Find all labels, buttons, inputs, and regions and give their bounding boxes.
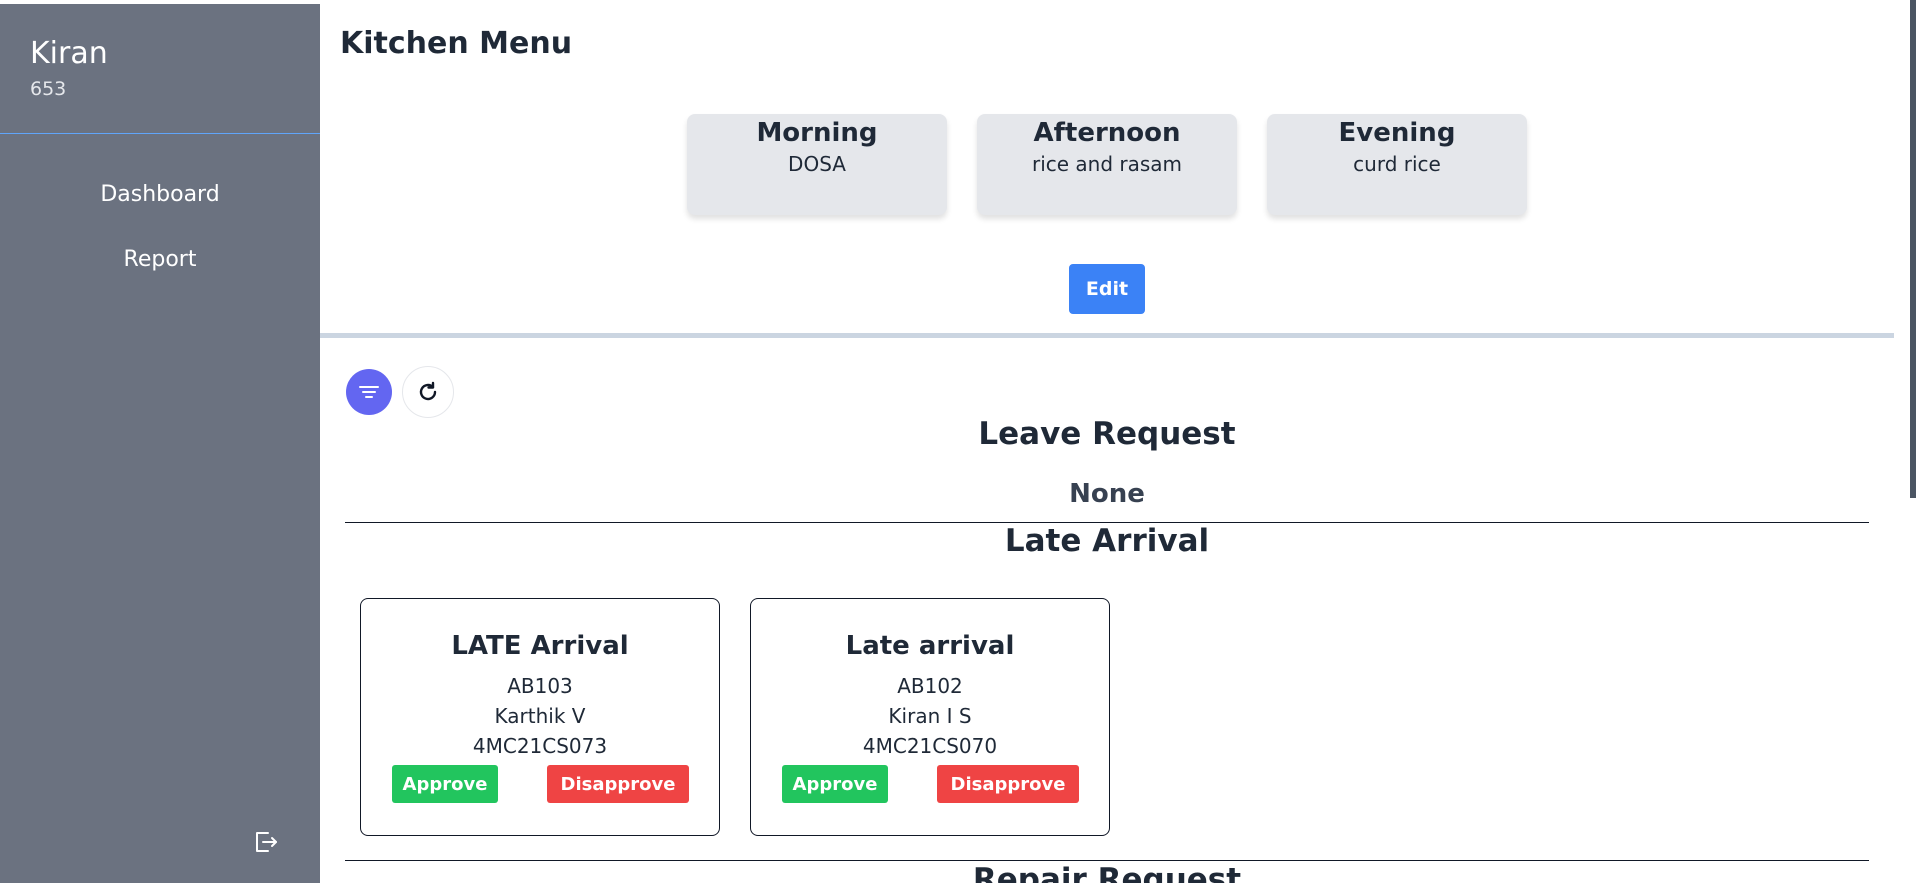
request-room: AB103: [507, 674, 573, 698]
request-room: AB102: [897, 674, 963, 698]
refresh-icon: [419, 381, 437, 401]
menu-slot: Evening: [1338, 118, 1456, 148]
menu-dish: rice and rasam: [1031, 152, 1183, 176]
main-content: Kitchen Menu Morning DOSA Afternoon rice…: [320, 0, 1916, 883]
menu-dish: curd rice: [1353, 152, 1441, 176]
late-arrival-card: LATE Arrival AB103 Karthik V 4MC21CS073 …: [360, 598, 720, 836]
leave-request-title: Leave Request: [978, 416, 1236, 452]
section-divider: [320, 333, 1894, 338]
menu-card-afternoon: Afternoon rice and rasam: [977, 114, 1237, 215]
late-arrival-title: Late Arrival: [1004, 523, 1210, 559]
sidebar-item-dashboard[interactable]: Dashboard: [0, 180, 320, 245]
approve-button[interactable]: Approve: [782, 765, 888, 803]
request-usn: 4MC21CS073: [472, 734, 608, 758]
menu-card-morning: Morning DOSA: [687, 114, 947, 215]
disapprove-button[interactable]: Disapprove: [937, 765, 1079, 803]
logout-icon[interactable]: [252, 828, 280, 856]
user-profile: Kiran 653: [0, 4, 320, 134]
sidebar-nav: Dashboard Report: [0, 180, 320, 310]
late-arrival-card: Late arrival AB102 Kiran I S 4MC21CS070 …: [750, 598, 1110, 836]
request-usn: 4MC21CS070: [862, 734, 998, 758]
request-name: Karthik V: [494, 704, 586, 728]
sidebar: Kiran 653 Dashboard Report: [0, 0, 320, 883]
user-id: 653: [30, 78, 67, 100]
leave-request-empty: None: [1069, 479, 1145, 509]
sidebar-item-report[interactable]: Report: [0, 245, 320, 310]
request-title: Late arrival: [845, 631, 1015, 661]
divider: [345, 860, 1869, 861]
edit-button[interactable]: Edit: [1069, 264, 1145, 314]
approve-button[interactable]: Approve: [392, 765, 498, 803]
request-title: LATE Arrival: [451, 631, 629, 661]
request-name: Kiran I S: [888, 704, 972, 728]
repair-request-title: Repair Request: [972, 862, 1242, 883]
menu-slot: Morning: [756, 118, 878, 148]
menu-slot: Afternoon: [1033, 118, 1181, 148]
disapprove-button[interactable]: Disapprove: [547, 765, 689, 803]
menu-dish: DOSA: [788, 152, 846, 176]
filter-icon: [359, 386, 379, 398]
filter-button[interactable]: [346, 369, 392, 415]
menu-card-evening: Evening curd rice: [1267, 114, 1527, 215]
user-name: Kiran: [30, 36, 108, 71]
refresh-button[interactable]: [402, 366, 454, 418]
page-title: Kitchen Menu: [340, 26, 573, 61]
page-scrollbar[interactable]: [1910, 0, 1916, 498]
